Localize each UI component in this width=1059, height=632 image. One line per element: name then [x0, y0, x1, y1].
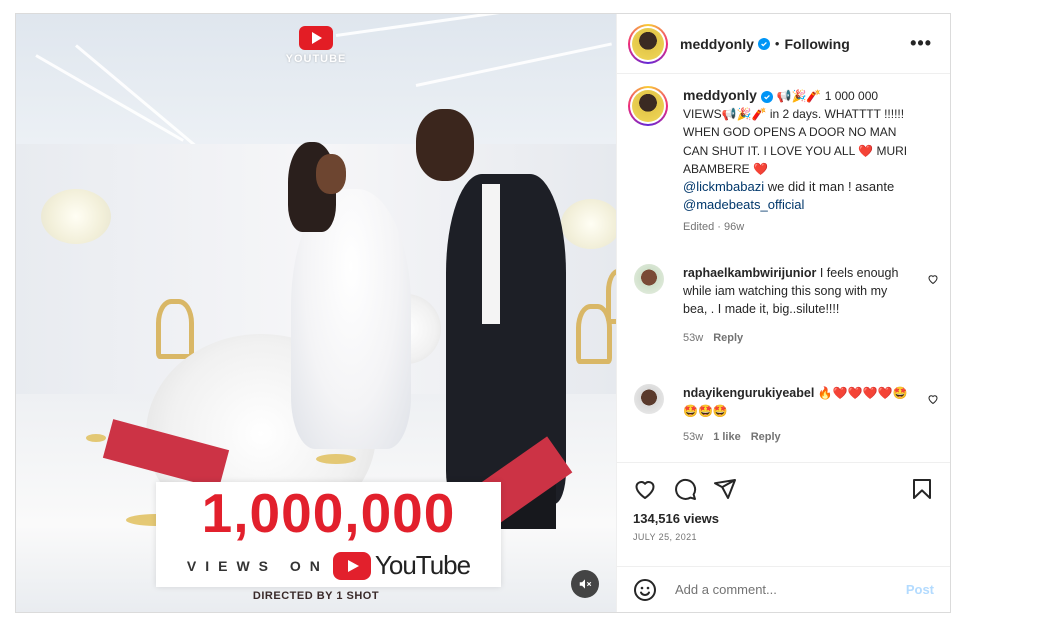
reply-button[interactable]: Reply	[713, 332, 743, 344]
flower-arrangement	[41, 189, 111, 244]
mention-link[interactable]: @madebeats_official	[683, 197, 804, 212]
youtube-watermark: YOUTUBE	[285, 26, 347, 65]
commenter-username[interactable]: raphaelkambwirijunior	[683, 266, 816, 280]
watermark-text: YOUTUBE	[285, 53, 347, 65]
caption-time: 96w	[723, 221, 745, 234]
caption: meddyonly 📢🎉🧨 1 000 000 VIEWS📢🎉🧨 in 2 da…	[628, 86, 938, 234]
view-count[interactable]: 134,516 views	[633, 511, 719, 526]
comment-body: ndayikengurukiyeabel 🔥❤️❤️❤️❤️🤩🤩🤩🤩 53w 1 …	[683, 384, 915, 447]
comment-likes[interactable]: 1 like	[713, 431, 741, 443]
youtube-play-icon	[332, 551, 371, 580]
post-actions: 134,516 views JULY 25, 2021	[617, 462, 950, 566]
commenter-username[interactable]: ndayikengurukiyeabel	[683, 386, 814, 400]
caption-text: meddyonly 📢🎉🧨 1 000 000 VIEWS📢🎉🧨 in 2 da…	[683, 86, 915, 234]
flower-arrangement	[561, 199, 616, 249]
comment-meta: 53w Reply	[683, 329, 915, 347]
post-header: meddyonly • Following •••	[617, 14, 950, 74]
speaker-muted-icon	[579, 579, 592, 589]
share-paper-plane-icon[interactable]	[713, 477, 737, 506]
reply-button[interactable]: Reply	[751, 431, 781, 443]
like-comment-heart-icon[interactable]	[927, 392, 939, 410]
comment-item: ndayikengurukiyeabel 🔥❤️❤️❤️❤️🤩🤩🤩🤩 53w 1 …	[634, 384, 944, 447]
mute-button[interactable]	[571, 570, 599, 598]
following-button[interactable]: Following	[784, 36, 849, 52]
save-bookmark-icon[interactable]	[910, 477, 934, 506]
author-username[interactable]: meddyonly	[680, 36, 754, 52]
caption-body-2: we did it man ! asante	[764, 179, 895, 195]
post-side-panel: meddyonly • Following ••• meddyonly 📢🎉🧨 …	[616, 14, 950, 612]
comment-time: 53w	[683, 431, 704, 444]
comment-time: 53w	[683, 331, 704, 344]
banner-count: 1,000,000	[201, 482, 456, 544]
add-comment-bar: Post	[617, 566, 950, 612]
caption-meta: Edited · 96w	[683, 221, 745, 234]
post-comment-button[interactable]: Post	[906, 582, 934, 597]
like-comment-heart-icon[interactable]	[927, 272, 939, 290]
youtube-wordmark: YouTube	[374, 550, 471, 580]
commenter-avatar[interactable]	[634, 264, 664, 294]
bride-face	[316, 154, 346, 194]
author-avatar[interactable]	[628, 23, 668, 64]
comment-meta: 53w 1 like Reply	[683, 428, 915, 446]
gold-chair	[606, 269, 616, 324]
youtube-play-icon	[299, 26, 333, 50]
avatar-image	[632, 27, 664, 60]
comments-scroll-area[interactable]: meddyonly 📢🎉🧨 1 000 000 VIEWS📢🎉🧨 in 2 da…	[617, 74, 950, 462]
directed-by-text: DIRECTED BY 1 SHOT	[252, 590, 380, 602]
instagram-post: YOUTUBE 1,000,000 VIEWS ON YouTube DIREC…	[15, 13, 951, 613]
commenter-avatar[interactable]	[634, 384, 664, 414]
verified-badge-icon	[760, 91, 773, 103]
banner-views-row: VIEWS ON YouTube	[156, 550, 501, 581]
header-identity: meddyonly • Following	[680, 36, 850, 52]
youtube-logo: YouTube	[332, 550, 471, 581]
views-banner: 1,000,000 VIEWS ON YouTube	[156, 482, 501, 587]
post-date: JULY 25, 2021	[633, 532, 697, 542]
verified-badge-icon	[757, 37, 770, 50]
gold-decor	[316, 454, 356, 464]
gold-decor	[86, 434, 106, 442]
edited-label: Edited	[683, 221, 715, 234]
emoji-picker-icon[interactable]	[633, 578, 657, 602]
separator-dot: •	[774, 36, 780, 51]
avatar-image	[632, 90, 664, 122]
post-media[interactable]: YOUTUBE 1,000,000 VIEWS ON YouTube DIREC…	[16, 14, 616, 612]
comment-bubble-icon[interactable]	[673, 477, 697, 506]
comment-input[interactable]	[673, 581, 897, 598]
comment-body: raphaelkambwirijunior I feels enough whi…	[683, 264, 915, 347]
mention-link[interactable]: @lickmbabazi	[683, 179, 764, 194]
more-options-icon[interactable]: •••	[910, 33, 932, 54]
like-heart-icon[interactable]	[633, 477, 657, 506]
groom-head	[416, 109, 474, 181]
gold-chair	[156, 299, 194, 359]
groom-shirt	[482, 184, 500, 324]
comment-item: raphaelkambwirijunior I feels enough whi…	[634, 264, 944, 347]
caption-username[interactable]: meddyonly	[683, 87, 757, 103]
banner-views-on: VIEWS ON	[186, 557, 329, 574]
caption-avatar[interactable]	[628, 86, 668, 126]
